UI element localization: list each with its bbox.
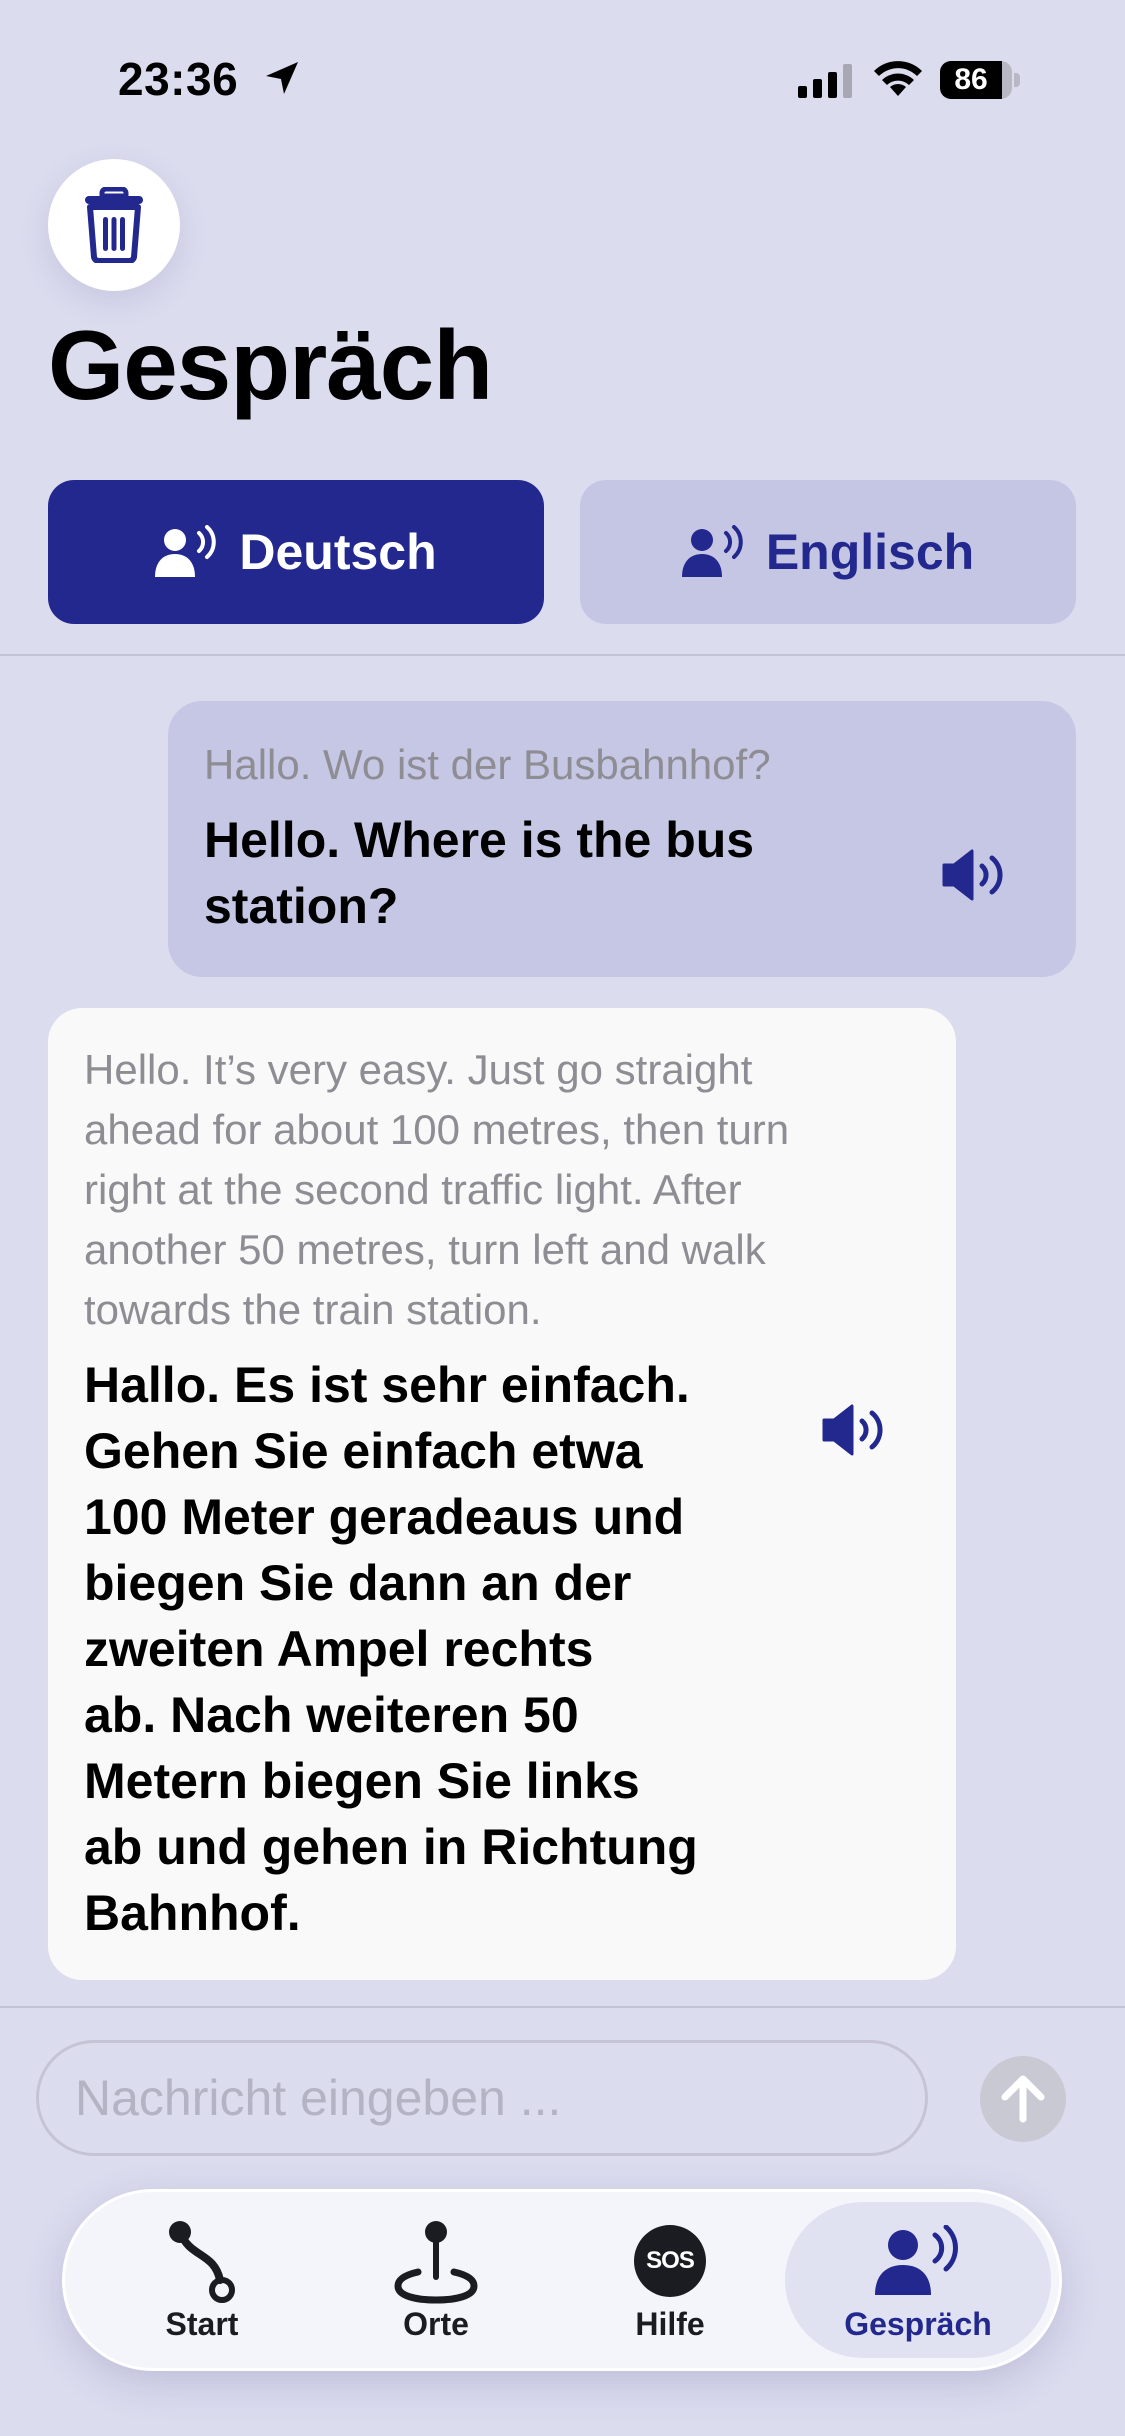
language-label-deutsch: Deutsch: [239, 524, 437, 580]
speaking-person-icon: [875, 2225, 958, 2295]
battery-level: 86: [954, 63, 988, 96]
language-button-deutsch[interactable]: Deutsch: [48, 480, 544, 624]
speaker-icon: [942, 849, 1003, 901]
tab-bar: Start Orte SOS Hilfe Gespräch: [62, 2189, 1062, 2371]
tab-label: Orte: [403, 2306, 469, 2342]
message-translation-text: Hello. Where is the bus station?: [204, 812, 755, 934]
map-pin-icon: [394, 2221, 478, 2304]
battery-indicator: 86: [940, 61, 1020, 99]
tab-hilfe[interactable]: SOS Hilfe: [583, 2202, 757, 2358]
tab-gespraech[interactable]: Gespräch: [785, 2202, 1051, 2358]
send-button[interactable]: [980, 2056, 1066, 2142]
cellular-signal-icon: [798, 64, 854, 103]
status-time: 23:36: [118, 53, 239, 105]
arrow-up-icon: [1001, 2075, 1045, 2123]
language-label-englisch: Englisch: [765, 524, 975, 580]
message-input[interactable]: Nachricht eingeben ...: [36, 2040, 928, 2156]
tab-label: Gespräch: [844, 2306, 992, 2342]
trash-icon: [85, 187, 143, 263]
clear-conversation-button[interactable]: [48, 159, 180, 291]
language-button-englisch[interactable]: Englisch: [580, 480, 1076, 624]
divider: [0, 2006, 1125, 2008]
play-translation-button[interactable]: [822, 1404, 886, 1461]
tab-start[interactable]: Start: [115, 2202, 289, 2358]
location-arrow-icon: [262, 58, 302, 103]
message-bubble-outgoing: Hallo. Wo ist der Busbahnhof? Hello. Whe…: [168, 701, 1076, 977]
sos-icon: SOS: [634, 2225, 706, 2297]
message-original-text: Hallo. Wo ist der Busbahnhof?: [204, 741, 771, 788]
divider: [0, 654, 1125, 656]
speaking-person-icon: [155, 525, 217, 577]
page-title: Gespräch: [48, 310, 493, 420]
tab-label: Hilfe: [635, 2306, 705, 2342]
tab-label: Start: [165, 2306, 239, 2342]
tab-orte[interactable]: Orte: [349, 2202, 523, 2358]
message-bubble-incoming: Hello. It’s very easy. Just go straight …: [48, 1008, 956, 1980]
message-original-text: Hello. It’s very easy. Just go straight …: [84, 1046, 790, 1333]
play-translation-button[interactable]: [942, 849, 1006, 906]
speaker-icon: [822, 1404, 883, 1456]
message-translation-text: Hallo. Es ist sehr einfach. Gehen Sie ei…: [84, 1357, 698, 1941]
route-icon: [169, 2221, 235, 2303]
status-bar: 23:36 86: [0, 0, 1125, 150]
speaking-person-icon: [681, 525, 743, 577]
wifi-icon: [872, 58, 924, 103]
